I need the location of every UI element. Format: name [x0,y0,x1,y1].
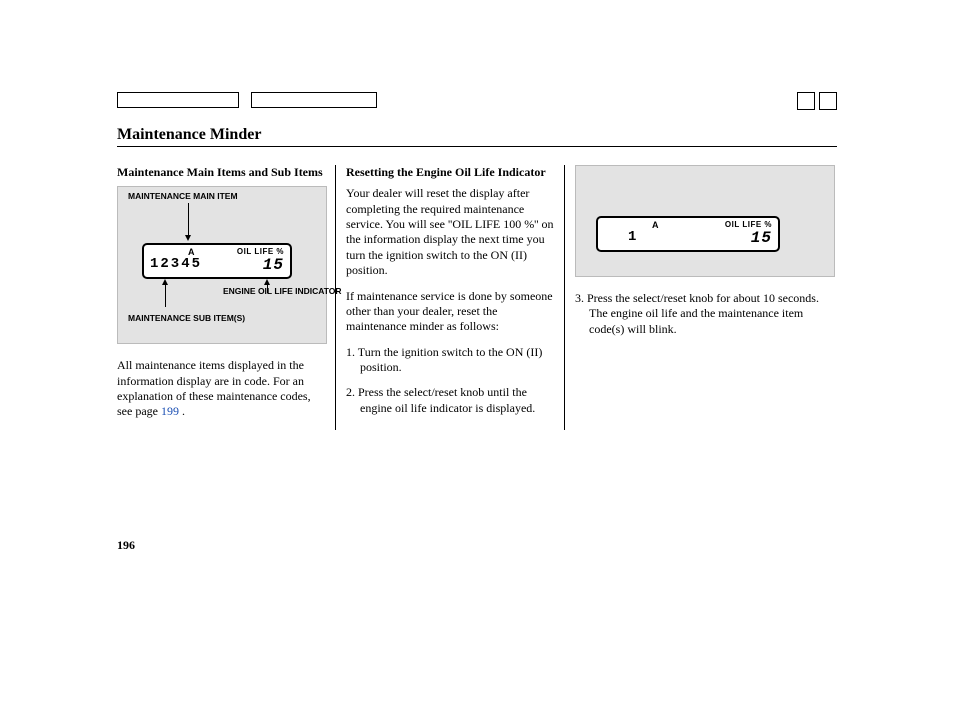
placeholder-small-box [797,92,815,110]
placeholder-box [251,92,377,108]
lcd-diagram-2: A OIL LIFE % 1 15 [575,165,835,277]
oil-life-label: ENGINE OIL LIFE INDICATOR [223,287,303,296]
step-text: Press the select/reset knob for about 10… [587,291,819,336]
step-num: 1. [346,345,355,359]
page-number: 196 [117,538,135,553]
lcd-codes: 12345 [150,256,202,274]
step-1: 1. Turn the ignition switch to the ON (I… [346,345,556,376]
col2-para1: Your dealer will reset the display after… [346,186,556,278]
col1-paragraph: All maintenance items displayed in the i… [117,358,327,419]
text: . [179,404,185,418]
step-num: 3. [575,291,584,305]
col1-heading: Maintenance Main Items and Sub Items [117,165,327,180]
lcd-display: A OIL LIFE % 1 15 [596,216,780,252]
page-title: Maintenance Minder [117,126,837,147]
placeholder-box [117,92,239,108]
col2-heading: Resetting the Engine Oil Life Indicator [346,165,556,180]
placeholder-small-box [819,92,837,110]
lcd-display: A OIL LIFE % 12345 15 [142,243,292,279]
step-text: Press the select/reset knob until the en… [358,385,535,414]
column-2: Resetting the Engine Oil Life Indicator … [335,165,564,430]
step-3: 3. Press the select/reset knob for about… [575,291,835,337]
step-2: 2. Press the select/reset knob until the… [346,385,556,416]
main-item-label: MAINTENANCE MAIN ITEM [128,191,238,202]
arrow-down-icon [185,235,191,241]
lcd-letter-a: A [652,220,659,232]
step-text: Turn the ignition switch to the ON (II) … [358,345,543,374]
sub-item-label: MAINTENANCE SUB ITEM(S) [128,313,245,324]
column-3: A OIL LIFE % 1 15 3. Press the select/re… [564,165,835,430]
text: All maintenance items displayed in the i… [117,358,311,418]
column-1: Maintenance Main Items and Sub Items MAI… [117,165,335,430]
page-link-199[interactable]: 199 [161,404,179,418]
col2-para2: If maintenance service is done by someon… [346,289,556,335]
lcd-codes: 1 [628,229,636,247]
maintenance-diagram: MAINTENANCE MAIN ITEM A OIL LIFE % 12345… [117,186,327,344]
lcd-value: 15 [263,255,284,275]
lcd-value: 15 [751,228,772,248]
arrow-line [165,285,166,307]
arrow-line [188,203,189,237]
step-num: 2. [346,385,355,399]
header-placeholder-boxes [117,92,837,108]
